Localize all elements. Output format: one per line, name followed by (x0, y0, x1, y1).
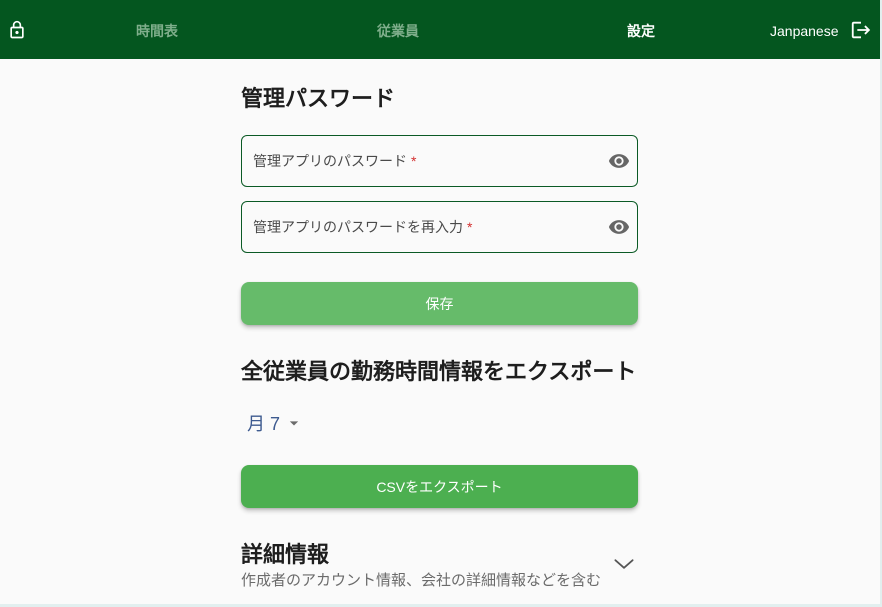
nav-tab-employees[interactable]: 従業員 (377, 20, 419, 42)
admin-password-label: 管理アプリのパスワード * (253, 151, 416, 171)
month-select-value: 月 7 (247, 414, 281, 434)
lock-icon[interactable] (6, 19, 28, 41)
admin-password-confirm-label: 管理アプリのパスワードを再入力 * (253, 217, 472, 237)
details-section-description: 作成者のアカウント情報、会社の詳細情報などを含む (241, 572, 602, 589)
admin-password-confirm-label-text: 管理アプリのパスワードを再入力 (253, 219, 463, 235)
password-section-title: 管理パスワード (241, 86, 396, 111)
chevron-down-icon[interactable] (611, 551, 637, 577)
eye-icon[interactable] (607, 149, 631, 173)
caret-down-icon (289, 421, 299, 426)
details-section-title[interactable]: 詳細情報 (241, 542, 329, 568)
save-button[interactable]: 保存 (241, 282, 638, 325)
nav-tab-settings[interactable]: 設定 (627, 20, 655, 42)
nav-tab-timetable[interactable]: 時間表 (136, 20, 178, 42)
required-mark: * (467, 219, 473, 235)
export-section-title: 全従業員の勤務時間情報をエクスポート (241, 359, 637, 384)
month-select[interactable]: 月 7 (247, 411, 304, 435)
language-selector[interactable]: Janpanese (770, 20, 839, 42)
eye-icon[interactable] (607, 215, 631, 239)
admin-password-confirm-field[interactable]: 管理アプリのパスワードを再入力 * (241, 201, 638, 253)
admin-password-field[interactable]: 管理アプリのパスワード * (241, 135, 638, 187)
required-mark: * (411, 153, 417, 169)
top-navigation-bar: 時間表 従業員 設定 Janpanese (0, 0, 882, 59)
admin-password-label-text: 管理アプリのパスワード (253, 153, 407, 169)
export-csv-button[interactable]: CSVをエクスポート (241, 465, 638, 508)
logout-icon[interactable] (850, 19, 872, 41)
